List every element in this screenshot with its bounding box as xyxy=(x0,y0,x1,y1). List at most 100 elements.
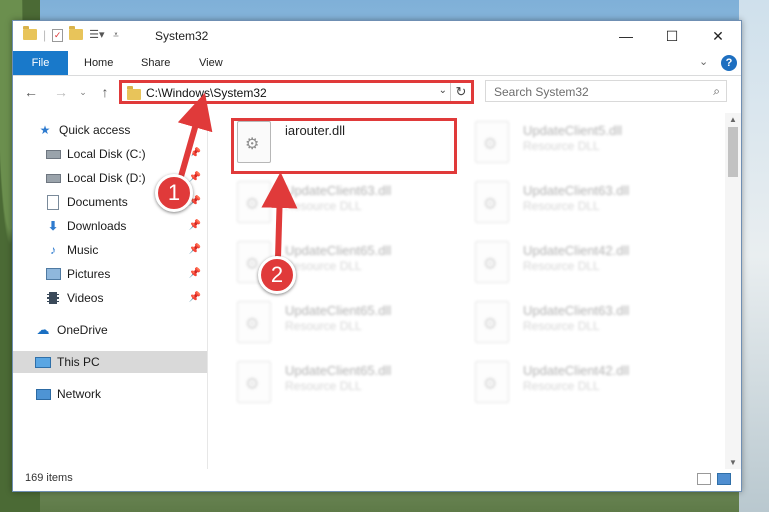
new-folder-icon[interactable] xyxy=(69,26,84,42)
file-type: Resource DLL xyxy=(285,319,362,333)
address-bar[interactable]: C:\Windows\System32 ⌄ ↻ xyxy=(119,80,474,104)
step-1-badge: 1 xyxy=(155,174,193,212)
folder-icon xyxy=(23,26,37,42)
file-type: Resource DLL xyxy=(523,139,600,153)
sidebar-item-music[interactable]: ♪ Music 📌 xyxy=(13,239,207,261)
music-icon: ♪ xyxy=(50,243,56,257)
pin-icon[interactable]: 📌 xyxy=(189,268,201,279)
expand-ribbon-icon[interactable]: ⌄ xyxy=(699,55,708,68)
videos-icon xyxy=(45,291,61,305)
sidebar-item-pictures[interactable]: Pictures 📌 xyxy=(13,263,207,285)
scrollbar-thumb[interactable] xyxy=(728,127,738,177)
pin-icon[interactable]: 📌 xyxy=(189,220,201,231)
chevron-down-icon[interactable]: ⌄ xyxy=(439,85,447,96)
sidebar-item-network[interactable]: Network xyxy=(13,383,207,405)
star-icon: ★ xyxy=(39,123,51,137)
file-item[interactable]: UpdateClient42.dll Resource DLL xyxy=(475,239,705,289)
dll-file-icon xyxy=(475,301,509,343)
dll-file-icon xyxy=(237,181,271,223)
dll-file-icon xyxy=(475,121,509,163)
file-item[interactable]: UpdateClient65.dll Resource DLL xyxy=(237,359,467,409)
separator: | xyxy=(43,28,47,42)
file-name: UpdateClient65.dll xyxy=(285,303,392,318)
help-icon[interactable]: ? xyxy=(721,55,737,71)
file-item[interactable]: UpdateClient63.dll Resource DLL xyxy=(475,179,705,229)
file-type: Resource DLL xyxy=(523,199,600,213)
file-name: UpdateClient42.dll xyxy=(523,363,630,378)
pin-icon[interactable]: 📌 xyxy=(189,148,201,159)
desktop-background-right xyxy=(739,0,769,512)
download-icon: ⬇ xyxy=(47,219,59,233)
sidebar-item-label: Music xyxy=(67,243,99,257)
minimize-button[interactable]: — xyxy=(603,21,649,51)
file-item[interactable]: UpdateClient65.dll Resource DLL xyxy=(237,299,467,349)
up-arrow-icon[interactable]: ↑ xyxy=(95,82,115,102)
sidebar-item-label: This PC xyxy=(57,355,100,369)
sidebar-item-quick-access[interactable]: ★ Quick access xyxy=(13,119,207,141)
vertical-scrollbar[interactable]: ▲ ▼ xyxy=(725,113,741,469)
ribbon-tabs: File Home Share View ⌄ ? xyxy=(13,51,741,76)
details-view-icon[interactable] xyxy=(697,473,711,485)
scroll-up-icon[interactable]: ▲ xyxy=(729,115,737,124)
drive-icon xyxy=(45,171,61,185)
sidebar-item-label: Local Disk (C:) xyxy=(67,147,146,161)
file-type: Resource DLL xyxy=(285,379,362,393)
dll-file-icon xyxy=(237,301,271,343)
pin-icon[interactable]: 📌 xyxy=(189,172,201,183)
maximize-button[interactable]: ☐ xyxy=(649,21,695,51)
file-name: UpdateClient63.dll xyxy=(285,183,392,198)
pin-icon[interactable]: 📌 xyxy=(189,244,201,255)
documents-icon xyxy=(45,194,61,210)
sidebar-item-local-disk-c[interactable]: Local Disk (C:) 📌 xyxy=(13,143,207,165)
search-icon[interactable]: ⌕ xyxy=(713,84,720,99)
refresh-icon[interactable]: ↻ xyxy=(450,83,471,101)
file-item[interactable]: UpdateClient42.dll Resource DLL xyxy=(475,359,705,409)
sidebar-item-label: Local Disk (D:) xyxy=(67,171,146,185)
pin-icon[interactable]: 📌 xyxy=(189,292,201,303)
sidebar-item-downloads[interactable]: ⬇ Downloads 📌 xyxy=(13,215,207,237)
title-bar: | ✓ ☰▾ ⩡ System32 — ☐ ✕ xyxy=(13,21,741,51)
file-type: Resource DLL xyxy=(523,319,600,333)
search-input[interactable]: Search System32 xyxy=(494,85,589,99)
qat-dropdown-icon[interactable]: ⩡ xyxy=(113,30,119,41)
step-2-badge: 2 xyxy=(258,256,296,294)
close-button[interactable]: ✕ xyxy=(695,21,741,51)
address-path[interactable]: C:\Windows\System32 xyxy=(146,86,267,100)
scroll-down-icon[interactable]: ▼ xyxy=(729,458,737,467)
sidebar-item-label: Downloads xyxy=(67,219,127,233)
window-title: System32 xyxy=(155,29,209,43)
file-item[interactable]: UpdateClient63.dll Resource DLL xyxy=(475,299,705,349)
file-item[interactable]: UpdateClient63.dll Resource DLL xyxy=(237,179,467,229)
dll-file-icon xyxy=(237,361,271,403)
dll-file-icon xyxy=(475,361,509,403)
tab-home[interactable]: Home xyxy=(70,51,127,75)
sidebar-item-label: Videos xyxy=(67,291,104,305)
tab-share[interactable]: Share xyxy=(127,51,184,75)
file-item[interactable]: UpdateClient5.dll Resource DLL xyxy=(475,119,705,169)
file-name: UpdateClient63.dll xyxy=(523,183,630,198)
sidebar-item-onedrive[interactable]: ☁ OneDrive xyxy=(13,319,207,341)
large-icons-view-icon[interactable] xyxy=(717,473,731,485)
properties-icon[interactable]: ✓ xyxy=(52,28,64,42)
tab-file[interactable]: File xyxy=(13,51,68,75)
file-type: Resource DLL xyxy=(523,259,600,273)
back-arrow-icon[interactable]: ← xyxy=(21,82,41,102)
drive-icon xyxy=(45,147,61,161)
navigation-pane: ★ Quick access Local Disk (C:) 📌 Local D… xyxy=(13,113,208,469)
sidebar-item-videos[interactable]: Videos 📌 xyxy=(13,287,207,309)
search-box[interactable]: Search System32 ⌕ xyxy=(485,80,727,102)
file-highlight-box xyxy=(231,118,457,174)
pictures-icon xyxy=(45,267,61,281)
item-count: 169 items xyxy=(25,472,73,484)
cloud-icon: ☁ xyxy=(36,322,50,337)
customize-icon[interactable]: ☰▾ xyxy=(89,28,104,42)
file-name: UpdateClient5.dll xyxy=(523,123,623,138)
sidebar-item-label: Quick access xyxy=(59,123,131,137)
tab-view[interactable]: View xyxy=(185,51,237,75)
file-name: UpdateClient42.dll xyxy=(523,243,630,258)
forward-arrow-icon[interactable]: → xyxy=(51,82,71,102)
sidebar-item-this-pc[interactable]: This PC xyxy=(13,351,207,373)
computer-icon xyxy=(35,355,51,369)
navigation-bar: ← → ⌄ ↑ C:\Windows\System32 ⌄ ↻ Search S… xyxy=(13,76,741,110)
recent-locations-icon[interactable]: ⌄ xyxy=(73,82,93,102)
